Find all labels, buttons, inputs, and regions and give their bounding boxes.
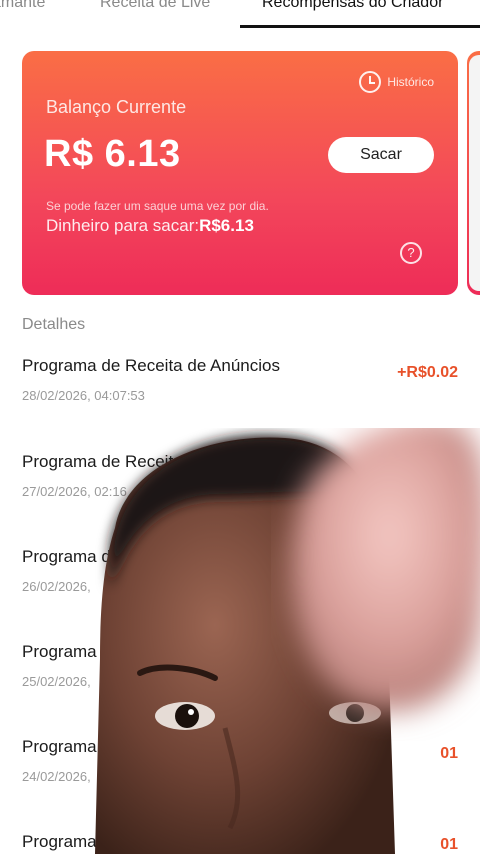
item-amount: 01	[440, 745, 458, 762]
item-title: Programa d	[22, 547, 111, 566]
clock-icon	[359, 71, 382, 93]
item-date: 27/02/2026, 02:16	[22, 484, 127, 499]
balance-card: Histórico Balanço Currente R$ 6.13 Sacar…	[22, 51, 458, 295]
details-label: Detalhes	[22, 316, 86, 333]
list-item[interactable]: Programa d 26/02/2026,	[22, 547, 458, 594]
list-item[interactable]: Programa de Receita 27/02/2026, 02:16	[22, 452, 458, 499]
item-date: 24/02/2026,	[22, 769, 91, 784]
available-amount: Dinheiro para sacar:R$6.13	[46, 216, 254, 236]
available-value: R$6.13	[199, 216, 254, 235]
item-title: Programa d	[22, 737, 111, 756]
item-amount: 01	[440, 836, 458, 853]
tab-bar: amante Receita de Live Recompensas do Cr…	[0, 0, 480, 28]
tab-amante[interactable]: amante	[0, 0, 45, 12]
item-title: Programa de	[22, 832, 121, 851]
question-circle-icon[interactable]: ?	[400, 242, 422, 264]
list-item[interactable]: Programa d 24/02/2026, 01	[22, 737, 458, 784]
active-tab-indicator	[240, 25, 480, 28]
list-item[interactable]: Programa de 01	[22, 832, 458, 853]
withdraw-button[interactable]: Sacar	[328, 137, 434, 173]
balance-value: R$ 6.13	[44, 133, 181, 175]
tab-recompensas-do-criador[interactable]: Recompensas do Criador	[262, 0, 443, 12]
tab-receita-de-live[interactable]: Receita de Live	[100, 0, 210, 12]
next-card-edge[interactable]	[467, 51, 480, 295]
history-link[interactable]: Histórico	[359, 71, 434, 93]
item-title: Programa de Receita	[22, 452, 183, 471]
item-amount: +R$0.02	[397, 364, 458, 381]
history-label: Histórico	[387, 75, 434, 89]
item-date: 25/02/2026,	[22, 674, 91, 689]
withdraw-note: Se pode fazer um saque uma vez por dia.	[46, 199, 269, 213]
item-title: Programa d	[22, 642, 111, 661]
list-item[interactable]: Programa de Receita de Anúncios 28/02/20…	[22, 356, 458, 403]
item-title: Programa de Receita de Anúncios	[22, 356, 280, 375]
item-date: 28/02/2026, 04:07:53	[22, 388, 145, 403]
balance-label: Balanço Currente	[46, 97, 187, 117]
list-item[interactable]: Programa d 25/02/2026,	[22, 642, 458, 689]
available-label: Dinheiro para sacar:	[46, 216, 200, 235]
item-date: 26/02/2026,	[22, 579, 91, 594]
